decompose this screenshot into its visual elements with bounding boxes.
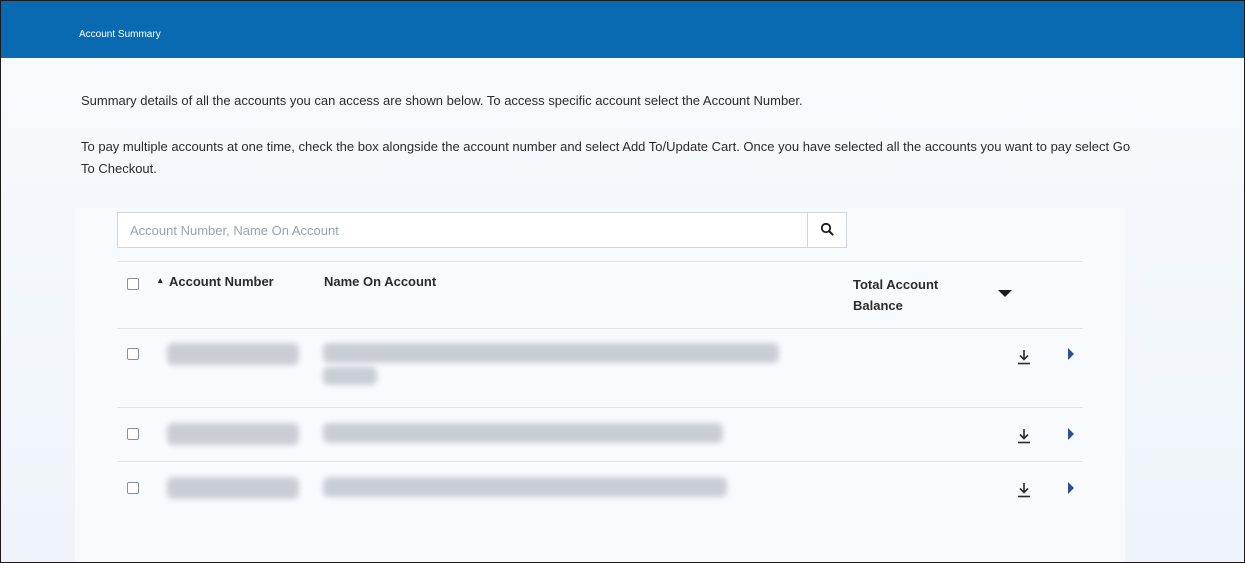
row-checkbox[interactable] (127, 482, 139, 494)
search-input[interactable] (117, 212, 807, 248)
page-frame: Account Summary Summary details of all t… (0, 0, 1245, 563)
page-title: Account Summary (79, 29, 161, 40)
search-bar (117, 212, 848, 250)
name-on-account-cell (323, 343, 779, 363)
name-on-account-cell-wrap (323, 367, 377, 385)
accounts-table: ▴ Account Number Name On Account Total A… (117, 261, 1083, 515)
row-checkbox[interactable] (127, 348, 139, 360)
search-icon (820, 221, 834, 240)
account-number-cell[interactable] (167, 477, 299, 499)
table-row (117, 462, 1083, 515)
download-icon[interactable] (1017, 482, 1031, 498)
column-menu-caret-icon[interactable] (998, 290, 1012, 297)
sort-indicator-icon: ▴ (158, 275, 163, 285)
row-details-arrow-icon[interactable] (1068, 482, 1074, 494)
column-header-account-number[interactable]: Account Number (169, 274, 274, 289)
table-header: ▴ Account Number Name On Account Total A… (117, 261, 1083, 329)
download-icon[interactable] (1017, 428, 1031, 444)
name-on-account-cell (323, 477, 727, 497)
column-header-name-on-account[interactable]: Name On Account (324, 274, 436, 289)
table-row (117, 329, 1083, 408)
download-icon[interactable] (1017, 349, 1031, 365)
intro-text-1: Summary details of all the accounts you … (81, 93, 803, 108)
name-on-account-cell (323, 423, 723, 443)
row-details-arrow-icon[interactable] (1068, 428, 1074, 440)
table-row (117, 408, 1083, 462)
column-header-total-account-balance[interactable]: Total Account Balance (853, 274, 973, 316)
intro-text-2: To pay multiple accounts at one time, ch… (81, 139, 1131, 176)
row-checkbox[interactable] (127, 428, 139, 440)
account-number-cell[interactable] (167, 343, 299, 365)
account-number-cell[interactable] (167, 423, 299, 445)
header-bar: Account Summary (1, 1, 1244, 58)
select-all-checkbox[interactable] (127, 278, 139, 290)
search-button[interactable] (807, 212, 847, 248)
row-details-arrow-icon[interactable] (1068, 348, 1074, 360)
